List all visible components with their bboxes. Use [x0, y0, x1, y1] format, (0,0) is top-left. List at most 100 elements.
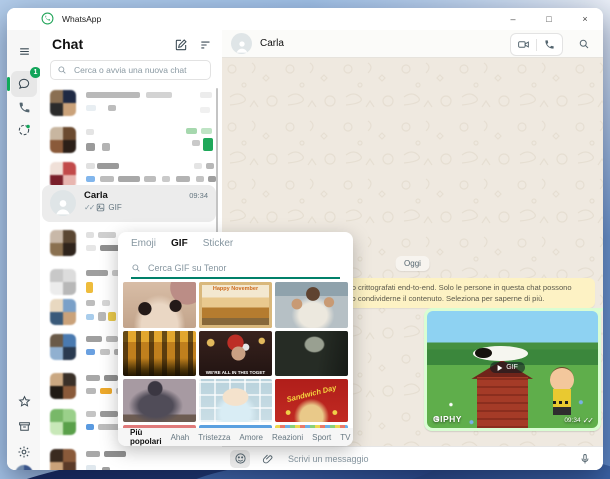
gif-label: GIF	[506, 364, 518, 372]
gif-category[interactable]: Ahah	[171, 433, 190, 442]
search-icon	[57, 65, 67, 75]
person-icon	[56, 200, 70, 215]
nav-rail: 1	[7, 30, 41, 470]
phone-icon	[545, 40, 554, 49]
archive-icon	[18, 420, 31, 433]
date-divider: Oggi	[395, 256, 430, 271]
mic-button[interactable]	[575, 450, 595, 468]
avatar	[50, 409, 76, 435]
whatsapp-window: WhatsApp – □ × 1 Chat Cerca o avvia una …	[7, 8, 603, 470]
gif-thumb-hoodie[interactable]	[123, 379, 196, 422]
gif-category[interactable]: Tristezza	[198, 433, 230, 442]
nav-status-button[interactable]	[11, 117, 37, 143]
chat-list-item[interactable]	[42, 449, 218, 470]
chat-list-item-carla[interactable]: Carla 09:34 ✓✓ GIF	[42, 185, 216, 222]
avatar	[50, 127, 76, 153]
menu-button[interactable]	[11, 38, 37, 64]
chat-bubble-icon	[17, 77, 31, 91]
message-ticks: ✓✓	[582, 416, 594, 425]
outgoing-gif-message[interactable]: GIF GIPHY 09:34 ✓✓	[424, 308, 603, 431]
message-input[interactable]	[286, 452, 559, 465]
gif-thumb-autumn-forest[interactable]	[123, 331, 196, 376]
gif-search-box[interactable]	[131, 258, 340, 279]
call-buttons-group	[510, 33, 563, 56]
chat-search-box[interactable]	[50, 60, 211, 80]
chat-list-title: Chat	[52, 36, 84, 52]
filter-chats-button[interactable]	[199, 38, 213, 52]
search-in-chat-button[interactable]	[578, 38, 590, 50]
media-icon	[96, 203, 105, 212]
tab-gif[interactable]: GIF	[171, 238, 188, 249]
avatar	[50, 190, 76, 216]
archived-chats-button[interactable]	[11, 413, 37, 439]
read-ticks: ✓✓	[84, 203, 95, 212]
minimize-button[interactable]: –	[495, 8, 531, 30]
emoji-button[interactable]	[230, 449, 250, 468]
gif-category[interactable]: Più popolari	[130, 428, 162, 446]
search-icon	[579, 39, 589, 49]
avatar	[50, 373, 76, 399]
phone-icon	[18, 101, 31, 114]
desktop: WhatsApp – □ × 1 Chat Cerca o avvia una …	[0, 0, 610, 479]
chat-time: 09:34	[189, 191, 208, 200]
attach-button[interactable]	[258, 450, 278, 468]
gif-play-overlay[interactable]: GIF	[490, 362, 525, 374]
contact-name[interactable]: Carla	[260, 38, 284, 49]
video-call-button[interactable]	[511, 34, 536, 55]
filter-icon	[201, 41, 210, 49]
gear-icon	[17, 445, 31, 459]
avatar	[50, 299, 76, 325]
gif-preview[interactable]: GIF GIPHY 09:34 ✓✓	[427, 311, 598, 428]
close-button[interactable]: ×	[567, 8, 603, 30]
chat-name: Carla	[84, 190, 108, 201]
snoopy	[473, 346, 528, 362]
gif-category[interactable]: TV	[340, 433, 350, 442]
chat-list-item[interactable]	[42, 90, 218, 126]
gif-grid: Happy November WE'RE ALL IN THIS TOGET S…	[123, 282, 348, 428]
gif-category[interactable]: Sport	[312, 433, 331, 442]
chat-list-item[interactable]	[42, 127, 218, 163]
profile-avatar	[15, 465, 33, 470]
starred-messages-button[interactable]	[11, 388, 37, 414]
gif-thumb-skull-mask[interactable]	[275, 331, 348, 376]
gif-thumb-happy-november[interactable]: Happy November	[199, 282, 272, 328]
status-circle-icon	[17, 123, 31, 137]
message-time: 09:34	[564, 417, 581, 424]
gif-category[interactable]: Reazioni	[272, 433, 303, 442]
gif-thumb-sandwich-day[interactable]: Sandwich Day	[275, 379, 348, 422]
gif-search-input[interactable]	[146, 261, 340, 274]
doghouse	[476, 376, 528, 428]
avatar	[50, 334, 76, 360]
voice-call-button[interactable]	[537, 34, 562, 55]
titlebar[interactable]: WhatsApp – □ ×	[7, 8, 603, 30]
giphy-watermark: GIPHY	[433, 414, 462, 424]
star-icon	[17, 394, 31, 408]
gif-thumb-dancing-kid[interactable]	[275, 282, 348, 328]
new-chat-button[interactable]	[174, 38, 188, 52]
gif-picker-panel: Emoji GIF Sticker Happy November WE'RE A…	[118, 232, 353, 446]
gif-category[interactable]: Amore	[239, 433, 263, 442]
whatsapp-logo-icon	[41, 12, 54, 25]
charlie-brown-body	[552, 389, 572, 416]
composer-bar	[222, 446, 603, 470]
search-icon	[131, 263, 141, 273]
maximize-button[interactable]: □	[531, 8, 567, 30]
video-camera-icon	[518, 41, 529, 48]
gif-thumb-christmas-man[interactable]: WE'RE ALL IN THIS TOGET	[199, 331, 272, 376]
tab-emoji[interactable]: Emoji	[131, 238, 156, 249]
charlie-brown-head	[550, 367, 575, 392]
microphone-icon	[581, 453, 589, 463]
contact-avatar[interactable]	[231, 33, 252, 54]
gif-thumb-stewie[interactable]	[199, 379, 272, 422]
smiley-icon	[234, 453, 246, 464]
conversation-header: Carla	[222, 30, 603, 58]
avatar	[50, 449, 76, 470]
avatar	[50, 269, 76, 295]
avatar	[50, 230, 76, 256]
gif-thumb-dog[interactable]	[123, 282, 196, 328]
play-icon	[497, 364, 503, 371]
profile-button[interactable]	[11, 461, 37, 470]
compose-icon	[175, 39, 187, 51]
chat-search-input[interactable]	[72, 64, 204, 76]
tab-sticker[interactable]: Sticker	[203, 238, 234, 249]
